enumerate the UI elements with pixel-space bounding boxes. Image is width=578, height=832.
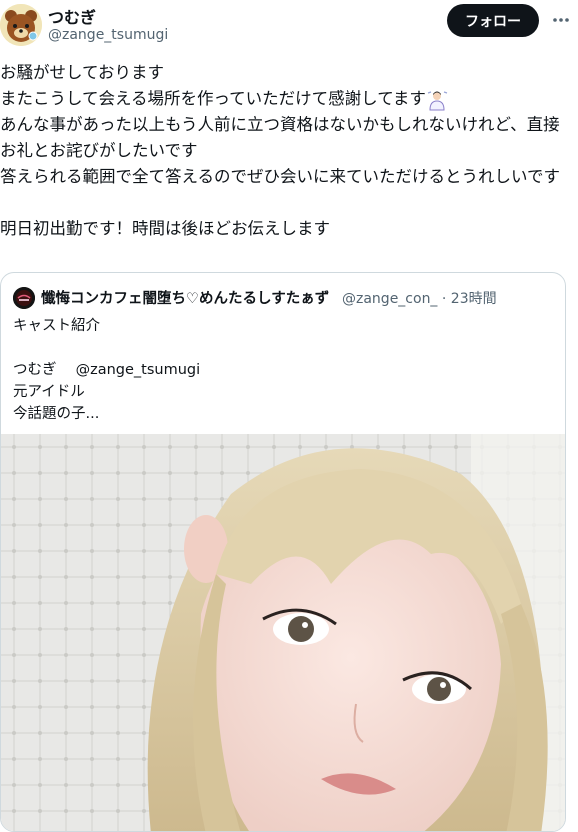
tweet-text: お騒がせしております またこうして会える場所を作っていただけて感謝してます あん…: [0, 60, 566, 242]
tweet-line-4: 答えられる範囲で全て答えるのでぜひ会いに来ていただけるとうれしいです: [0, 167, 561, 186]
follow-button[interactable]: フォロー: [447, 4, 539, 37]
tweet-line-1: お騒がせしております: [0, 63, 165, 82]
quote-timestamp[interactable]: 23時間: [451, 291, 497, 307]
author-display-name[interactable]: つむぎ: [48, 4, 96, 28]
tweet-header: つむぎ @zange_tsumugi フォロー: [0, 0, 578, 56]
quote-line-4: 元アイドル: [13, 384, 85, 400]
quote-line-5: 今話題の子...: [13, 406, 100, 422]
quoted-tweet-card[interactable]: 懺悔コンカフェ闇堕ち♡めんたるしすたぁず @zange_con_ · 23時間 …: [0, 272, 566, 832]
quote-separator: ·: [441, 291, 447, 307]
tweet-line-3: あんな事があった以上もう人前に立つ資格はないかもしれないけれど、直接お礼とお詫び…: [0, 115, 560, 160]
author-avatar[interactable]: [0, 4, 42, 46]
author-handle[interactable]: @zange_tsumugi: [48, 27, 168, 43]
bear-avatar-icon: [0, 4, 42, 46]
tweet-line-2: またこうして会える場所を作っていただけて感謝してます: [0, 89, 426, 108]
shop-logo-avatar-icon: [13, 287, 35, 309]
quote-author-name[interactable]: 懺悔コンカフェ闇堕ち♡めんたるしすたぁず: [41, 287, 329, 308]
quote-body: キャスト紹介 つむぎ @zange_tsumugi 元アイドル 今話題の子...: [13, 315, 200, 425]
selfie-photo-image[interactable]: [1, 434, 566, 832]
quote-line-1: キャスト紹介: [13, 318, 100, 334]
tweet-line-6: 明日初出勤です！時間は後ほどお伝えします: [0, 219, 330, 238]
quote-line-3: つむぎ @zange_tsumugi: [13, 362, 201, 378]
quote-author-handle[interactable]: @zange_con_: [342, 291, 437, 307]
quote-meta: @zange_con_ · 23時間: [342, 288, 497, 308]
quote-author-avatar[interactable]: [13, 287, 35, 309]
person-bowing-emoji-icon: [427, 90, 448, 110]
more-options-icon[interactable]: [551, 10, 571, 30]
